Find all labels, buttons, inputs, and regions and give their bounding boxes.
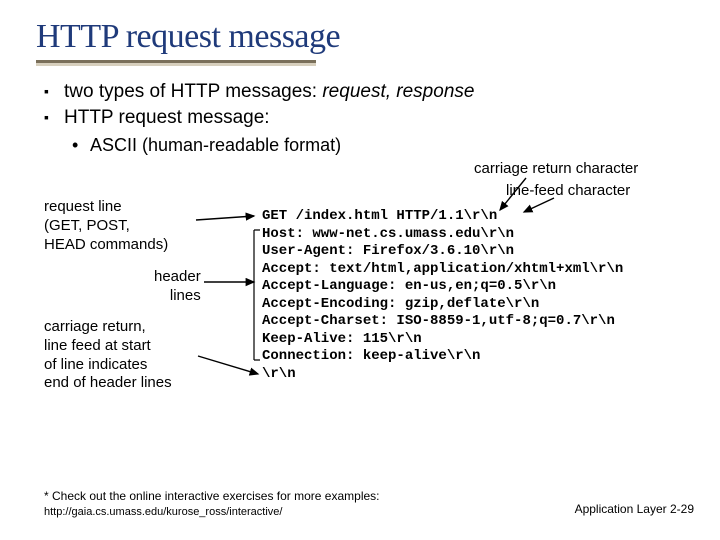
footnote: * Check out the online interactive exerc… xyxy=(44,489,444,520)
page-number: Application Layer 2-29 xyxy=(575,502,694,516)
code-line-5: Accept-Encoding: gzip,deflate\r\n xyxy=(262,296,539,312)
code-line-1: Host: www-net.cs.umass.edu\r\n xyxy=(262,226,514,242)
code-line-7: Keep-Alive: 115\r\n xyxy=(262,331,422,347)
footnote-text: * Check out the online interactive exerc… xyxy=(44,489,380,503)
bullet-two-types: two types of HTTP messages: request, res… xyxy=(44,81,690,103)
label-end-headers: carriage return, line feed at start of l… xyxy=(44,318,172,393)
label-request-line: request line (GET, POST, HEAD commands) xyxy=(44,198,168,254)
code-line-2: User-Agent: Firefox/3.6.10\r\n xyxy=(262,243,514,259)
slide-title: HTTP request message xyxy=(0,0,720,56)
code-line-9: \r\n xyxy=(262,366,296,382)
code-line-3: Accept: text/html,application/xhtml+xml\… xyxy=(262,261,623,277)
bullet-italic: request, response xyxy=(322,81,474,102)
bullet-request-msg: HTTP request message: xyxy=(44,107,690,129)
bullet-prefix: two types of HTTP messages: xyxy=(64,81,322,102)
footnote-url: http://gaia.cs.umass.edu/kurose_ross/int… xyxy=(44,506,282,518)
page-num: 2-29 xyxy=(670,502,694,516)
code-line-8: Connection: keep-alive\r\n xyxy=(262,348,480,364)
content-area: two types of HTTP messages: request, res… xyxy=(0,63,720,420)
page-section: Application Layer xyxy=(575,502,667,516)
code-line-0: GET /index.html HTTP/1.1\r\n xyxy=(262,208,497,224)
label-header-lines: header lines xyxy=(154,268,201,306)
http-message-code: GET /index.html HTTP/1.1\r\n Host: www-n… xyxy=(262,208,623,383)
label-carriage-return: carriage return character xyxy=(474,160,638,179)
diagram-area: carriage return character line-feed char… xyxy=(44,160,690,420)
code-line-6: Accept-Charset: ISO-8859-1,utf-8;q=0.7\r… xyxy=(262,313,615,329)
code-line-4: Accept-Language: en-us,en;q=0.5\r\n xyxy=(262,278,556,294)
bullet-ascii: ASCII (human-readable format) xyxy=(72,135,690,156)
label-line-feed: line-feed character xyxy=(506,182,630,201)
